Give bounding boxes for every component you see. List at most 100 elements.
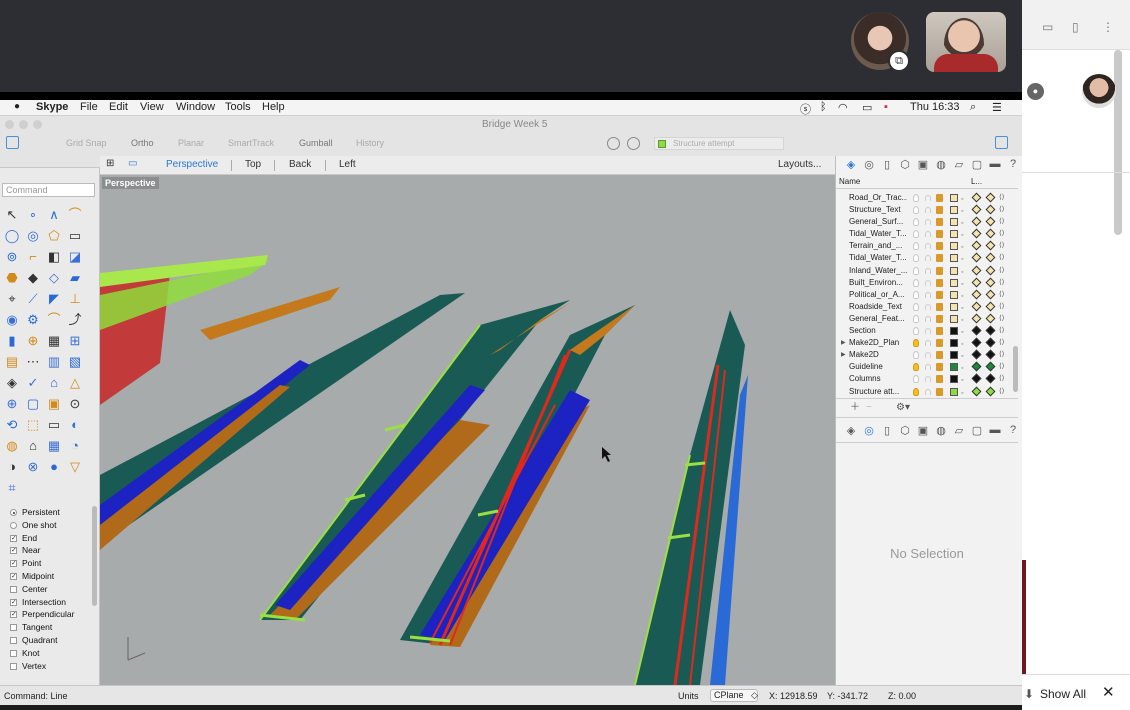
- layer-row[interactable]: Tidal_Water_T... ◦ ⟨⟩: [836, 252, 1018, 264]
- layers-icon[interactable]: ◈: [844, 424, 858, 438]
- layer-row[interactable]: Structure att... ◦ ⟨⟩: [836, 386, 1018, 398]
- print-color-icon[interactable]: [971, 204, 982, 215]
- surface-tool-icon[interactable]: ▰: [66, 269, 84, 287]
- undo-tool-icon[interactable]: ⟲: [3, 416, 21, 434]
- layer-color-swatch[interactable]: [950, 230, 958, 239]
- layer-row[interactable]: Road_Or_Trac... ◦ ⟨⟩: [836, 192, 1018, 204]
- popout-icon[interactable]: ⧉: [888, 50, 910, 72]
- checkbox[interactable]: ✓: [10, 560, 17, 568]
- osnap-end[interactable]: ✓ End: [4, 532, 94, 545]
- checkbox[interactable]: ✓: [10, 611, 17, 619]
- layer-color-swatch[interactable]: [950, 218, 958, 227]
- layer-row[interactable]: General_Surf... ◦ ⟨⟩: [836, 216, 1018, 228]
- padlock-icon[interactable]: [936, 387, 943, 396]
- material-icon[interactable]: [985, 204, 996, 215]
- layer-scrollbar[interactable]: [1013, 346, 1018, 392]
- print-width-icon[interactable]: ⟨⟩: [999, 228, 1004, 240]
- menu-view[interactable]: View: [140, 101, 164, 113]
- layouts-button[interactable]: Layouts...: [778, 159, 821, 170]
- camera-icon[interactable]: ▣: [916, 424, 930, 438]
- select-tool-icon[interactable]: ↖: [3, 206, 21, 224]
- print-color-icon[interactable]: [971, 228, 982, 239]
- expand-icon[interactable]: ▶: [841, 349, 846, 361]
- lock-icon[interactable]: [925, 352, 931, 359]
- print-color-icon[interactable]: [971, 192, 982, 203]
- layer-row[interactable]: Roadside_Text ◦ ⟨⟩: [836, 301, 1018, 313]
- lens-tool-icon[interactable]: ⊙: [66, 395, 84, 413]
- print-width-icon[interactable]: ⟨⟩: [999, 349, 1004, 361]
- visibility-icon[interactable]: [913, 290, 919, 299]
- padlock-icon[interactable]: [936, 375, 943, 384]
- polyline-tool-icon[interactable]: ∧: [45, 206, 63, 224]
- flag-icon[interactable]: ▪: [884, 101, 888, 113]
- explode-tool-icon[interactable]: ⟋: [24, 290, 42, 308]
- osnap-point[interactable]: ✓ Point: [4, 557, 94, 570]
- padlock-icon[interactable]: [936, 194, 943, 202]
- layer-color-swatch[interactable]: [950, 206, 958, 215]
- smarttrack-toggle[interactable]: SmartTrack: [228, 138, 274, 148]
- visibility-icon[interactable]: [913, 314, 919, 323]
- fillet-tool-icon[interactable]: ⌐: [24, 248, 42, 266]
- print-color-icon[interactable]: [971, 265, 982, 276]
- move-tool-icon[interactable]: ▤: [3, 353, 21, 371]
- checkbox[interactable]: [10, 649, 17, 657]
- layer-row[interactable]: Guideline ◦ ⟨⟩: [836, 361, 1018, 373]
- frame-icon[interactable]: ▢: [970, 424, 984, 438]
- menu-edit[interactable]: Edit: [109, 101, 128, 113]
- render-icon[interactable]: ◍: [934, 158, 948, 172]
- padlock-icon[interactable]: [936, 242, 943, 251]
- padlock-icon[interactable]: [936, 351, 943, 360]
- print-width-icon[interactable]: ⟨⟩: [999, 337, 1004, 349]
- print-width-icon[interactable]: ⟨⟩: [999, 252, 1004, 264]
- menu-help[interactable]: Help: [262, 101, 285, 113]
- rebuild-tool-icon[interactable]: ⌒: [45, 311, 63, 329]
- visibility-icon[interactable]: [913, 206, 919, 215]
- lock-icon[interactable]: [925, 376, 931, 383]
- help-icon[interactable]: ?: [1006, 424, 1020, 438]
- triangle-tool-icon[interactable]: △: [66, 374, 84, 392]
- checkbox[interactable]: [10, 636, 17, 644]
- apple-menu[interactable]: ●: [14, 101, 20, 112]
- arc-tool-icon[interactable]: ⊚: [3, 248, 21, 266]
- ellipse-tool-icon[interactable]: ◎: [24, 227, 42, 245]
- layer-color-swatch[interactable]: [950, 351, 958, 360]
- print-width-icon[interactable]: ⟨⟩: [999, 361, 1004, 373]
- layer-color-swatch[interactable]: [950, 327, 958, 336]
- extend-tool-icon[interactable]: ◧: [45, 248, 63, 266]
- notification-list-icon[interactable]: ☰: [992, 101, 1002, 114]
- minimize-window-button[interactable]: [19, 120, 28, 129]
- zoom-window-button[interactable]: [33, 120, 42, 129]
- layer-row[interactable]: Terrain_and_... ◦ ⟨⟩: [836, 240, 1018, 252]
- sphere-shade-tool-icon[interactable]: ◑: [3, 458, 21, 476]
- lock-icon[interactable]: [925, 291, 931, 298]
- perspective-viewport[interactable]: Perspective: [100, 175, 835, 685]
- osnap-intersection[interactable]: ✓ Intersection: [4, 596, 94, 609]
- layer-color-swatch[interactable]: [950, 254, 958, 263]
- lock-icon[interactable]: [925, 195, 931, 201]
- visibility-icon[interactable]: [913, 327, 919, 336]
- current-layer-selector[interactable]: Structure attempt: [654, 137, 784, 150]
- lock-icon[interactable]: [925, 267, 931, 274]
- lock-icon[interactable]: [925, 255, 931, 262]
- checkbox[interactable]: [10, 585, 17, 593]
- join-tool-icon[interactable]: ⊥: [66, 290, 84, 308]
- remove-layer-button[interactable]: −: [866, 402, 872, 414]
- participant-video-2[interactable]: [926, 12, 1006, 72]
- layers-icon[interactable]: ◈: [844, 158, 858, 172]
- visibility-icon[interactable]: [913, 242, 919, 251]
- layer-row[interactable]: Tidal_Water_T... ◦ ⟨⟩: [836, 228, 1018, 240]
- close-icon[interactable]: ✕: [1102, 683, 1115, 701]
- solid-tool-icon[interactable]: ◉: [3, 311, 21, 329]
- visibility-icon[interactable]: [913, 266, 919, 275]
- layer-color-swatch[interactable]: [950, 302, 958, 311]
- material-icon[interactable]: [985, 253, 996, 263]
- osnap-persistent[interactable]: Persistent: [4, 506, 94, 519]
- planar-toggle[interactable]: Planar: [178, 138, 204, 148]
- osnap-one-shot[interactable]: One shot: [4, 519, 94, 532]
- print-color-icon[interactable]: [971, 313, 982, 324]
- checkbox[interactable]: ✓: [10, 547, 17, 555]
- col-l-header[interactable]: L...: [971, 177, 982, 186]
- osnap-icon[interactable]: [607, 137, 620, 150]
- shaded-tool-icon[interactable]: ▭: [45, 416, 63, 434]
- tab-perspective[interactable]: Perspective: [166, 159, 218, 170]
